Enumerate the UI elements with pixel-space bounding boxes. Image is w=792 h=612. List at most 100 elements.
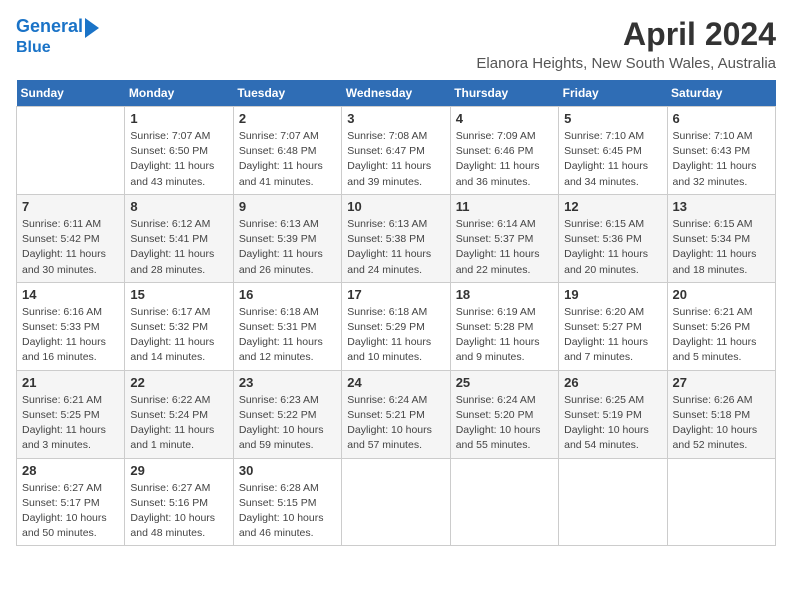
day-number: 20 <box>673 287 770 302</box>
day-info: Sunrise: 6:19 AMSunset: 5:28 PMDaylight:… <box>456 305 553 366</box>
weekday-header-tuesday: Tuesday <box>233 80 341 107</box>
calendar-cell: 25 Sunrise: 6:24 AMSunset: 5:20 PMDayligh… <box>450 370 558 458</box>
day-number: 16 <box>239 287 336 302</box>
calendar-cell: 17Sunrise: 6:18 AMSunset: 5:29 PMDayligh… <box>342 282 450 370</box>
day-number: 14 <box>22 287 119 302</box>
page-header: General Blue April 2024 Elanora Heights,… <box>16 16 776 72</box>
calendar-cell: 20Sunrise: 6:21 AMSunset: 5:26 PMDayligh… <box>667 282 775 370</box>
calendar-cell: 16 Sunrise: 6:18 AMSunset: 5:31 PMDayligh… <box>233 282 341 370</box>
calendar-week-row: 14 Sunrise: 6:16 AMSunset: 5:33 PMDayligh… <box>17 282 776 370</box>
day-info: Sunrise: 6:16 AMSunset: 5:33 PMDaylight:… <box>22 305 119 366</box>
calendar-cell: 18 Sunrise: 6:19 AMSunset: 5:28 PMDayligh… <box>450 282 558 370</box>
calendar-cell: 12 Sunrise: 6:15 AMSunset: 5:36 PMDayligh… <box>559 194 667 282</box>
day-number: 6 <box>673 111 770 126</box>
calendar-cell: 15Sunrise: 6:17 AMSunset: 5:32 PMDayligh… <box>125 282 233 370</box>
day-number: 10 <box>347 199 444 214</box>
calendar-cell: 7Sunrise: 6:11 AMSunset: 5:42 PMDaylight… <box>17 194 125 282</box>
day-number: 9 <box>239 199 336 214</box>
day-info: Sunrise: 7:07 AMSunset: 6:48 PMDaylight:… <box>239 129 336 190</box>
day-number: 23 <box>239 375 336 390</box>
day-number: 27 <box>673 375 770 390</box>
day-number: 25 <box>456 375 553 390</box>
weekday-header-sunday: Sunday <box>17 80 125 107</box>
day-info: Sunrise: 6:12 AMSunset: 5:41 PMDaylight:… <box>130 217 227 278</box>
calendar-cell: 22 Sunrise: 6:22 AMSunset: 5:24 PMDayligh… <box>125 370 233 458</box>
day-info: Sunrise: 6:23 AMSunset: 5:22 PMDaylight:… <box>239 393 336 454</box>
weekday-header-friday: Friday <box>559 80 667 107</box>
day-info: Sunrise: 6:15 AMSunset: 5:34 PMDaylight:… <box>673 217 770 278</box>
day-info: Sunrise: 6:28 AMSunset: 5:15 PMDaylight:… <box>239 481 336 542</box>
calendar-cell: 29Sunrise: 6:27 AMSunset: 5:16 PMDayligh… <box>125 458 233 546</box>
day-number: 15 <box>130 287 227 302</box>
day-number: 5 <box>564 111 661 126</box>
day-number: 8 <box>130 199 227 214</box>
day-info: Sunrise: 6:20 AMSunset: 5:27 PMDaylight:… <box>564 305 661 366</box>
weekday-header-thursday: Thursday <box>450 80 558 107</box>
day-info: Sunrise: 6:26 AMSunset: 5:18 PMDaylight:… <box>673 393 770 454</box>
logo-text2: Blue <box>16 38 99 57</box>
day-info: Sunrise: 7:08 AMSunset: 6:47 PMDaylight:… <box>347 129 444 190</box>
calendar-week-row: 1Sunrise: 7:07 AMSunset: 6:50 PMDaylight… <box>17 107 776 195</box>
day-info: Sunrise: 6:25 AMSunset: 5:19 PMDaylight:… <box>564 393 661 454</box>
day-number: 13 <box>673 199 770 214</box>
day-info: Sunrise: 7:09 AMSunset: 6:46 PMDaylight:… <box>456 129 553 190</box>
day-info: Sunrise: 6:22 AMSunset: 5:24 PMDaylight:… <box>130 393 227 454</box>
day-number: 4 <box>456 111 553 126</box>
day-number: 12 <box>564 199 661 214</box>
day-info: Sunrise: 6:18 AMSunset: 5:31 PMDaylight:… <box>239 305 336 366</box>
day-info: Sunrise: 6:24 AMSunset: 5:21 PMDaylight:… <box>347 393 444 454</box>
day-number: 3 <box>347 111 444 126</box>
calendar-cell: 14 Sunrise: 6:16 AMSunset: 5:33 PMDayligh… <box>17 282 125 370</box>
calendar-week-row: 21Sunrise: 6:21 AMSunset: 5:25 PMDayligh… <box>17 370 776 458</box>
location-title: Elanora Heights, New South Wales, Austra… <box>476 55 776 72</box>
day-number: 7 <box>22 199 119 214</box>
calendar-cell: 8 Sunrise: 6:12 AMSunset: 5:41 PMDaylight… <box>125 194 233 282</box>
calendar-cell <box>17 107 125 195</box>
calendar-cell: 28Sunrise: 6:27 AMSunset: 5:17 PMDayligh… <box>17 458 125 546</box>
day-info: Sunrise: 6:13 AMSunset: 5:39 PMDaylight:… <box>239 217 336 278</box>
day-number: 11 <box>456 199 553 214</box>
calendar-cell: 6 Sunrise: 7:10 AMSunset: 6:43 PMDaylight… <box>667 107 775 195</box>
calendar-cell: 23 Sunrise: 6:23 AMSunset: 5:22 PMDayligh… <box>233 370 341 458</box>
day-number: 18 <box>456 287 553 302</box>
calendar-cell: 10 Sunrise: 6:13 AMSunset: 5:38 PMDayligh… <box>342 194 450 282</box>
title-area: April 2024 Elanora Heights, New South Wa… <box>476 16 776 72</box>
day-info: Sunrise: 6:24 AMSunset: 5:20 PMDaylight:… <box>456 393 553 454</box>
logo-arrow-icon <box>85 18 99 38</box>
day-info: Sunrise: 6:13 AMSunset: 5:38 PMDaylight:… <box>347 217 444 278</box>
day-info: Sunrise: 6:18 AMSunset: 5:29 PMDaylight:… <box>347 305 444 366</box>
calendar-cell <box>450 458 558 546</box>
day-info: Sunrise: 6:14 AMSunset: 5:37 PMDaylight:… <box>456 217 553 278</box>
calendar-cell <box>342 458 450 546</box>
weekday-header-monday: Monday <box>125 80 233 107</box>
calendar-cell: 26 Sunrise: 6:25 AMSunset: 5:19 PMDayligh… <box>559 370 667 458</box>
calendar-cell: 1Sunrise: 7:07 AMSunset: 6:50 PMDaylight… <box>125 107 233 195</box>
day-info: Sunrise: 7:10 AMSunset: 6:43 PMDaylight:… <box>673 129 770 190</box>
calendar-cell: 13 Sunrise: 6:15 AMSunset: 5:34 PMDayligh… <box>667 194 775 282</box>
logo: General Blue <box>16 16 99 57</box>
day-number: 29 <box>130 463 227 478</box>
calendar-header-row: SundayMondayTuesdayWednesdayThursdayFrid… <box>17 80 776 107</box>
day-info: Sunrise: 7:10 AMSunset: 6:45 PMDaylight:… <box>564 129 661 190</box>
calendar-week-row: 7Sunrise: 6:11 AMSunset: 5:42 PMDaylight… <box>17 194 776 282</box>
day-number: 24 <box>347 375 444 390</box>
day-info: Sunrise: 7:07 AMSunset: 6:50 PMDaylight:… <box>130 129 227 190</box>
weekday-header-saturday: Saturday <box>667 80 775 107</box>
calendar-cell <box>559 458 667 546</box>
calendar-cell: 30Sunrise: 6:28 AMSunset: 5:15 PMDayligh… <box>233 458 341 546</box>
day-number: 21 <box>22 375 119 390</box>
calendar-cell: 21Sunrise: 6:21 AMSunset: 5:25 PMDayligh… <box>17 370 125 458</box>
calendar-week-row: 28Sunrise: 6:27 AMSunset: 5:17 PMDayligh… <box>17 458 776 546</box>
day-info: Sunrise: 6:15 AMSunset: 5:36 PMDaylight:… <box>564 217 661 278</box>
day-number: 28 <box>22 463 119 478</box>
calendar-cell: 27 Sunrise: 6:26 AMSunset: 5:18 PMDayligh… <box>667 370 775 458</box>
calendar-cell: 24 Sunrise: 6:24 AMSunset: 5:21 PMDayligh… <box>342 370 450 458</box>
calendar-table: SundayMondayTuesdayWednesdayThursdayFrid… <box>16 80 776 546</box>
day-number: 2 <box>239 111 336 126</box>
day-number: 26 <box>564 375 661 390</box>
day-number: 22 <box>130 375 227 390</box>
weekday-header-wednesday: Wednesday <box>342 80 450 107</box>
calendar-cell: 19 Sunrise: 6:20 AMSunset: 5:27 PMDayligh… <box>559 282 667 370</box>
calendar-cell: 9 Sunrise: 6:13 AMSunset: 5:39 PMDaylight… <box>233 194 341 282</box>
day-number: 19 <box>564 287 661 302</box>
